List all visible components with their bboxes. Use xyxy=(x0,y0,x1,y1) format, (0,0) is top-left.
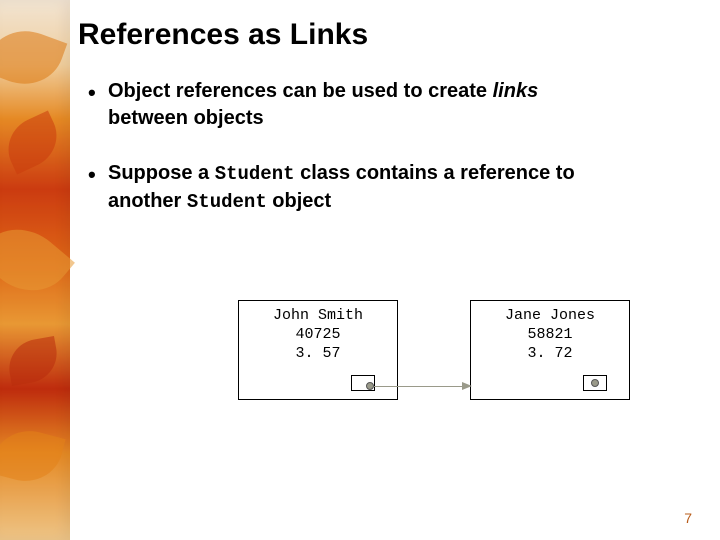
text: Suppose a xyxy=(108,162,215,184)
reference-dot-icon xyxy=(591,379,599,387)
text: between objects xyxy=(108,107,264,129)
reference-dot-icon xyxy=(366,382,374,390)
reference-slot xyxy=(583,375,607,391)
text: another xyxy=(108,190,187,212)
decorative-sidebar xyxy=(0,0,70,540)
bullet-item: Suppose a Student class contains a refer… xyxy=(86,160,690,215)
code-text: Student xyxy=(215,163,295,185)
arrow-head-icon xyxy=(462,382,472,390)
object-diagram: John Smith 40725 3. 57 Jane Jones 58821 … xyxy=(238,300,658,430)
reference-arrow xyxy=(374,386,464,387)
slide-number: 7 xyxy=(684,510,692,526)
student-id: 58821 xyxy=(471,326,629,345)
leaf-decoration xyxy=(0,20,67,96)
student-name: John Smith xyxy=(239,307,397,326)
bullet-item: Object references can be used to create … xyxy=(86,78,690,132)
italic-text: links xyxy=(493,80,539,102)
student-gpa: 3. 57 xyxy=(239,345,397,364)
text: Object references can be used to create xyxy=(108,80,493,102)
slide-title: References as Links xyxy=(78,18,690,52)
student-object-left: John Smith 40725 3. 57 xyxy=(238,300,398,400)
leaf-decoration xyxy=(0,422,66,489)
student-gpa: 3. 72 xyxy=(471,345,629,364)
slide-content: References as Links Object references ca… xyxy=(78,0,720,540)
text: object xyxy=(267,190,331,212)
student-object-right: Jane Jones 58821 3. 72 xyxy=(470,300,630,400)
bullet-list: Object references can be used to create … xyxy=(86,78,690,215)
student-name: Jane Jones xyxy=(471,307,629,326)
student-id: 40725 xyxy=(239,326,397,345)
leaf-decoration xyxy=(5,336,62,386)
leaf-decoration xyxy=(0,211,75,308)
leaf-decoration xyxy=(0,110,67,174)
code-text: Student xyxy=(187,191,267,213)
text: class contains a reference to xyxy=(295,162,575,184)
